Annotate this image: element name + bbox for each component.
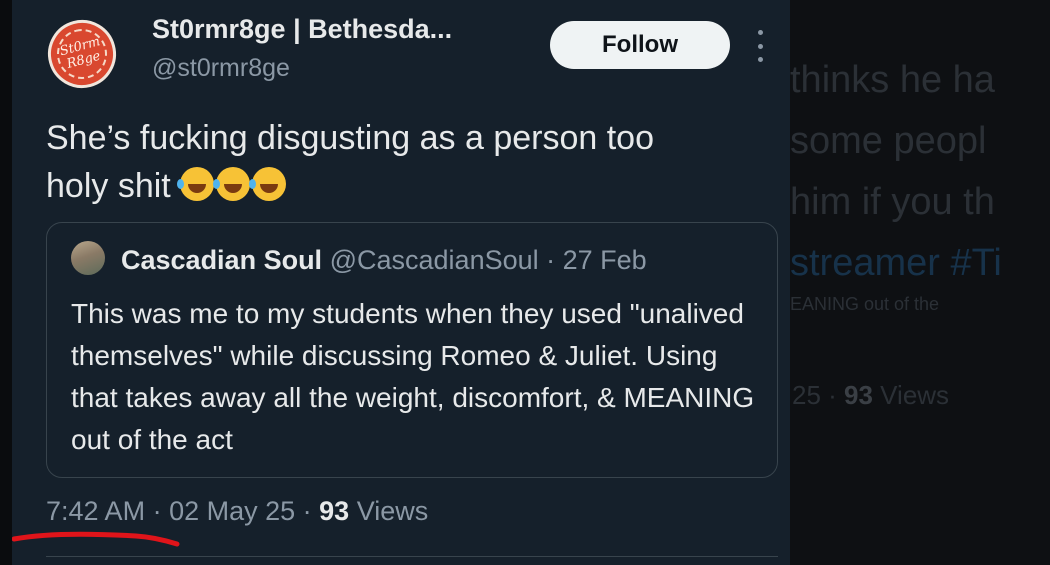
follow-button[interactable]: Follow <box>550 21 730 69</box>
quoted-date: 27 Feb <box>562 245 647 275</box>
left-edge-strip <box>0 0 12 565</box>
divider <box>46 556 778 557</box>
meta-separator: · <box>145 496 170 526</box>
tweet-text-line: holy shit <box>46 162 766 210</box>
display-name[interactable]: St0rmr8ge | Bethesda... <box>152 14 452 45</box>
tweet-meta: 7:42 AM · 02 May 25 · 93 Views <box>46 496 428 527</box>
background-hashtag-line: streamer #Ti <box>790 242 1002 284</box>
rolling-on-floor-laughing-icon <box>177 167 215 201</box>
tweet-card: St0rm R8ge St0rmr8ge | Bethesda... @st0r… <box>12 0 790 565</box>
avatar[interactable]: St0rm R8ge <box>40 12 124 96</box>
background-views: 25 · 93 Views <box>792 380 949 411</box>
tweet-date[interactable]: 02 May 25 <box>169 496 295 526</box>
red-underline-annotation <box>12 531 180 547</box>
quoted-name: Cascadian Soul <box>121 245 323 275</box>
quoted-header: Cascadian Soul @CascadianSoul · 27 Feb <box>121 245 647 276</box>
more-options-icon[interactable] <box>750 30 770 62</box>
rolling-on-floor-laughing-icon <box>249 167 287 201</box>
background-views-count: 93 <box>844 380 873 410</box>
quoted-avatar <box>71 241 105 275</box>
background-small-line: EANING out of the <box>790 294 940 314</box>
tweet-text-line2: holy shit <box>46 167 171 205</box>
views-label: Views <box>356 496 429 526</box>
background-tweet-text: thinks he ha some peopl him if you th st… <box>790 50 1050 314</box>
rolling-on-floor-laughing-icon <box>213 167 251 201</box>
tweet-text-line: She’s fucking disgusting as a person too <box>46 119 654 157</box>
quoted-separator: · <box>538 245 563 275</box>
quoted-handle: @CascadianSoul <box>329 245 539 275</box>
quoted-tweet[interactable]: Cascadian Soul @CascadianSoul · 27 Feb T… <box>46 222 778 478</box>
tweet-time[interactable]: 7:42 AM <box>46 496 145 526</box>
background-line: thinks he ha <box>790 59 995 101</box>
background-line: him if you th <box>790 181 995 223</box>
meta-separator: · <box>295 496 320 526</box>
user-handle[interactable]: @st0rmr8ge <box>152 54 290 83</box>
background-views-label: Views <box>872 380 950 410</box>
background-views-prefix: 25 · <box>792 380 845 410</box>
background-line: some peopl <box>790 120 987 162</box>
tweet-text: She’s fucking disgusting as a person too… <box>46 114 766 210</box>
quoted-text: This was me to my students when they use… <box>71 298 755 455</box>
views-count: 93 <box>319 496 350 526</box>
